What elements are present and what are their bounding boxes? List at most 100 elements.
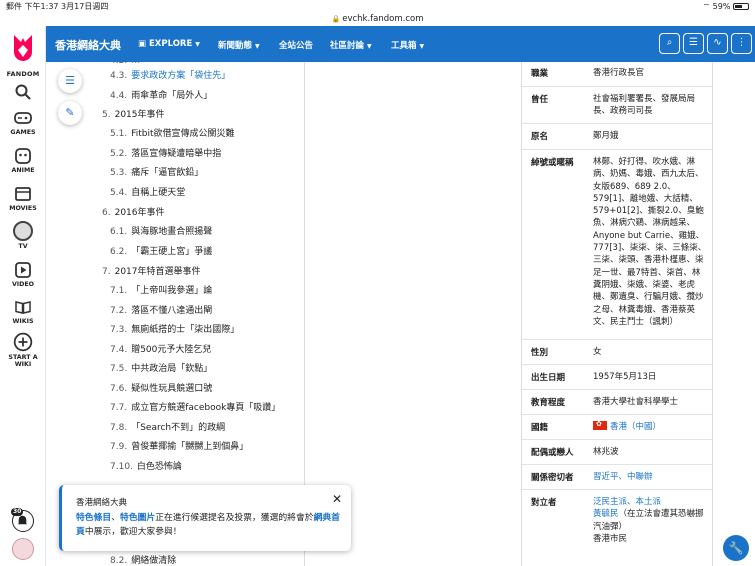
notice-text-end: 中展示，歡迎大家參與！	[84, 527, 182, 537]
search-button[interactable]	[0, 83, 46, 101]
more-icon: ⋮	[736, 37, 747, 48]
plus-circle-icon	[13, 332, 33, 352]
toc-item[interactable]: 7.5. 中共政治局「欽點」	[110, 364, 212, 375]
nav-explore-label: EXPLORE	[149, 39, 193, 49]
infobox-label: 綽號或暱稱	[531, 158, 574, 168]
opponent-text: 香港市民	[593, 533, 628, 544]
pulse-icon: ∿	[713, 37, 722, 48]
opponent-link[interactable]: 黃毓民	[593, 509, 619, 519]
infobox-value: 女	[593, 347, 602, 357]
nationality-link[interactable]: 香港（中國）	[610, 422, 661, 432]
status-right: ⌔ 59%	[703, 0, 749, 13]
anime-icon	[15, 148, 31, 164]
toc-item[interactable]: 5. 2015年事件	[102, 110, 165, 121]
infobox-value: 香港（中國）	[593, 420, 707, 433]
edit-button[interactable]: ✎	[58, 101, 82, 125]
rail-label-wikis: WIKIS	[12, 318, 34, 325]
featured-images-link[interactable]: 特色圖片	[120, 513, 155, 523]
wrench-icon: 🔧	[728, 541, 744, 555]
wiki-name[interactable]: 香港網絡大典	[55, 37, 121, 53]
nav-discussion[interactable]: 社區討論 ▼	[330, 39, 372, 51]
toc-item[interactable]: 7.3. 無廁紙搭的士「柒出國際」	[110, 325, 239, 336]
nav-announcements[interactable]: 全站公告	[279, 39, 313, 51]
close-icon[interactable]: ✕	[332, 492, 342, 506]
notice-text: 正在進行候選提名及投票，獲選的將會於	[155, 513, 314, 523]
infobox-label: 配偶或戀人	[531, 448, 574, 458]
toc-item[interactable]: 7. 2017年特首選舉事件	[102, 267, 201, 278]
more-button[interactable]: ⋮	[731, 33, 752, 54]
infobox: 職業 香港行政長官 曾任 社會福利署署長、發展局局長、政務司司長 原名 鄭月娥 …	[521, 62, 713, 566]
wifi-icon: ⌔	[702, 2, 711, 11]
infobox-value: 泛民主派、本土派 黃毓民（在立法會遭其恐嚇挪汽油彈） 香港市民	[593, 496, 707, 545]
toc-item[interactable]: 7.7. 成立官方競選facebook專頁「吸讚」	[110, 403, 280, 414]
toc-item[interactable]: 7.8. 「Search不到」的政綱	[110, 423, 225, 434]
discussions-button[interactable]: ☰	[683, 33, 704, 54]
toc-item[interactable]: 8.2. 網絡做清除	[110, 556, 176, 566]
opponent-link[interactable]: 泛民主派、本土派	[593, 497, 661, 507]
toc-toggle-button[interactable]: ☰	[58, 69, 82, 93]
wiki-search-button[interactable]: ⌕	[659, 33, 680, 54]
activity-button[interactable]: ∿	[707, 33, 728, 54]
rail-item-anime[interactable]: ANIME	[0, 147, 46, 174]
infobox-row: 職業 香港行政長官	[522, 62, 712, 86]
notice-title: 香港網絡大典	[76, 498, 128, 508]
toc-item[interactable]: 6.1. 與海豚地畫合照揚聲	[110, 227, 212, 238]
featured-notice: 香港網絡大典 特色條目、特色圖片正在進行候選提名及投票，獲選的將會於網典首頁中展…	[59, 485, 351, 551]
list-icon: ☰	[65, 74, 75, 87]
infobox-value: 鄭月娥	[593, 131, 619, 141]
infobox-row: 國籍 香港（中國）	[522, 414, 712, 439]
explore-icon: ▣	[138, 39, 149, 49]
nav-discussion-label: 社區討論	[330, 41, 365, 51]
rail-label-video: VIDEO	[11, 281, 35, 288]
infobox-row: 曾任 社會福利署署長、發展局局長、政務司司長	[522, 86, 712, 123]
rail-item-wikis[interactable]: WIKIS	[0, 298, 46, 325]
toc-item[interactable]: 7.4. 贈500元予大陸乞兒	[110, 345, 211, 356]
battery-icon	[733, 3, 749, 10]
infobox-row: 教育程度 香港大學社會科學學士	[522, 389, 712, 414]
toc-item[interactable]: 4.4. 雨傘革命「局外人」	[110, 91, 212, 102]
toc-item[interactable]: 7.9. 曾俊華揶揄「嬲嬲上到個鼻」	[110, 442, 248, 453]
toc-item[interactable]: 7.10. 白色恐怖論	[110, 462, 182, 473]
chat-icon: ☰	[689, 37, 698, 48]
toc-item[interactable]: 5.2. 落區宣傳疑遭暗舉中指	[110, 149, 221, 160]
rail-label-movies: MOVIES	[9, 205, 37, 212]
notifications-button[interactable]: 30	[11, 508, 34, 532]
chevron-down-icon: ▼	[195, 41, 200, 48]
toc-item[interactable]: 7.1. 「上帝叫我參選」論	[110, 286, 212, 297]
rail-label-start-wiki: START A WIKI	[8, 354, 38, 368]
nav-explore[interactable]: ▣ EXPLORE ▼	[138, 39, 200, 49]
toc-item[interactable]: 5.3. 痛斥「逼官飲鉛」	[110, 168, 203, 179]
infobox-value: 香港大學社會科學學士	[593, 397, 679, 407]
address-bar[interactable]: 🔒 evchk.fandom.com	[0, 13, 755, 26]
featured-articles-link[interactable]: 特色條目	[76, 513, 111, 523]
toc-item[interactable]: 5.4. 自稱上硬天堂	[110, 188, 185, 199]
infobox-label: 職業	[531, 69, 549, 79]
status-left-text: 郵件 下午1:37 3月17日週四	[6, 2, 109, 11]
infobox-label: 對立者	[531, 498, 557, 508]
toc-item[interactable]: 7.2. 落區不懂八達通出閘	[110, 306, 212, 317]
wrench-button[interactable]: 🔧	[723, 535, 749, 561]
related-link[interactable]: 習近平、中聯辦	[593, 472, 653, 482]
url-text: evchk.fandom.com	[342, 14, 424, 24]
rail-item-video[interactable]: VIDEO	[0, 261, 46, 288]
notice-separator: 、	[111, 513, 121, 523]
toc-item[interactable]: 5.1. Fitbit欲借宣傳成公關災難	[110, 129, 234, 140]
rail-item-movies[interactable]: MOVIES	[0, 185, 46, 212]
toc-item-partial[interactable]: 4.2.…	[110, 62, 140, 67]
flag-icon	[593, 420, 607, 430]
toc-item[interactable]: 4.3. 要求政改方案「袋住先」	[110, 71, 230, 82]
toc-item[interactable]: 6. 2016年事件	[102, 208, 165, 219]
toc-item[interactable]: 6.2. 「霸王硬上宮」爭議	[110, 247, 212, 258]
rail-item-tv[interactable]: TV	[0, 221, 46, 250]
nav-toolbox-label: 工具箱	[391, 41, 417, 51]
infobox-row: 綽號或暱稱 林鄭、好打得、吹水娥、淋病、奶媽、毒娥、西九太后、女版689、689…	[522, 149, 712, 339]
nav-toolbox[interactable]: 工具箱 ▼	[391, 39, 424, 51]
rail-item-start-wiki[interactable]: START A WIKI	[0, 332, 46, 368]
rail-item-games[interactable]: GAMES	[0, 109, 46, 136]
fandom-logo-icon[interactable]	[11, 33, 35, 63]
infobox-row: 對立者 泛民主派、本土派 黃毓民（在立法會遭其恐嚇挪汽油彈） 香港市民	[522, 489, 712, 566]
nav-news[interactable]: 新聞動態 ▼	[218, 39, 260, 51]
infobox-label: 曾任	[531, 95, 549, 105]
toc-item[interactable]: 7.6. 疑似性玩具競選口號	[110, 384, 212, 395]
user-avatar[interactable]	[12, 538, 34, 560]
